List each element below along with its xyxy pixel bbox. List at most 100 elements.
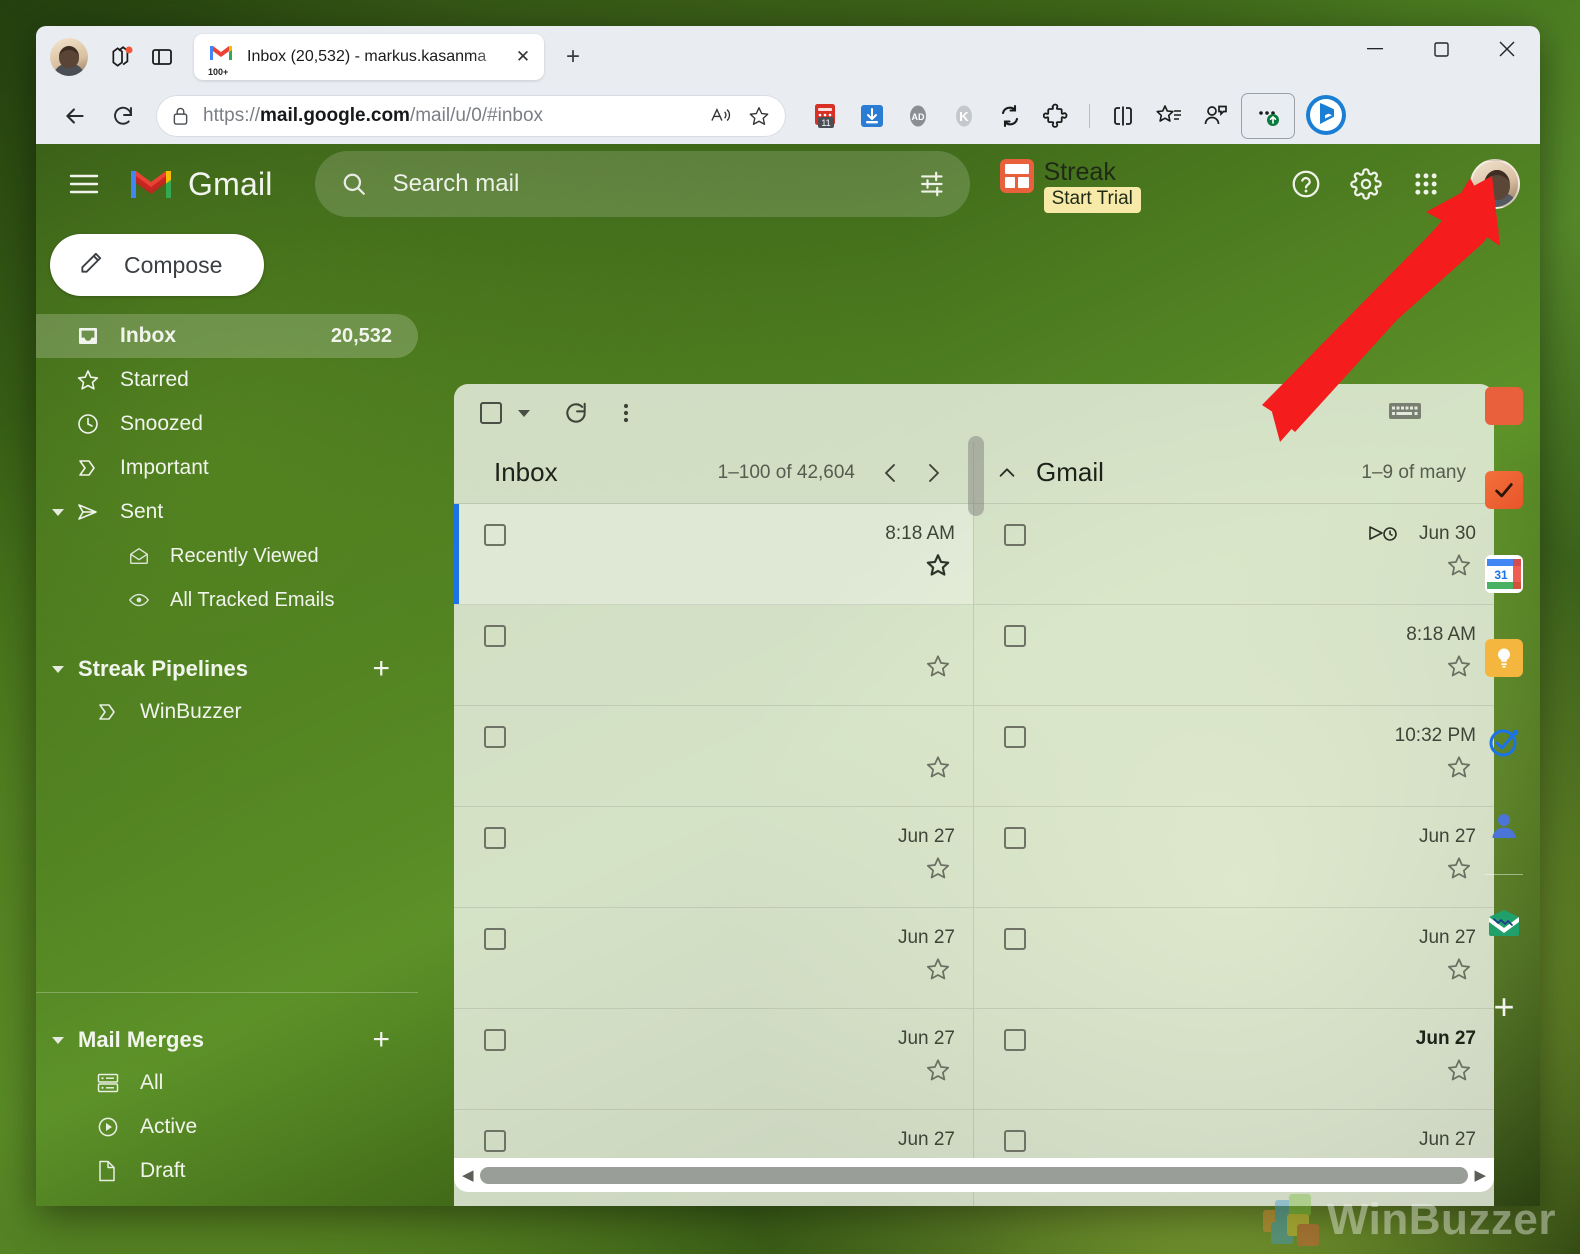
collections-icon[interactable] [1149,96,1189,136]
refresh-icon[interactable] [554,391,598,435]
sidebar-item-inbox[interactable]: Inbox 20,532 [36,314,418,358]
row-star-icon[interactable] [925,956,951,987]
download-icon[interactable] [852,96,892,136]
table-row[interactable]: Jun 27 [454,1009,973,1110]
reload-button[interactable] [102,95,144,137]
maximize-button[interactable] [1408,26,1474,72]
table-row[interactable]: Jun 27 [974,908,1494,1009]
back-button[interactable] [54,95,96,137]
sidebar-item-snoozed[interactable]: Snoozed [36,402,418,446]
settings-gear-icon[interactable] [1340,158,1392,210]
tab-close-icon[interactable]: ✕ [510,44,536,70]
close-button[interactable] [1474,26,1540,72]
row-checkbox[interactable] [1004,524,1026,546]
row-checkbox[interactable] [1004,625,1026,647]
compose-button[interactable]: Compose [50,234,264,296]
add-workspace-app-button[interactable]: + [1468,965,1540,1049]
row-checkbox[interactable] [1004,726,1026,748]
select-options-chevron-icon[interactable] [518,409,530,417]
chevron-left-icon[interactable] [873,456,907,490]
puzzle-extensions-icon[interactable] [1036,96,1076,136]
chevron-up-icon[interactable] [996,462,1018,484]
new-tab-button[interactable]: + [554,38,592,76]
chevron-down-icon[interactable] [52,665,64,673]
table-row[interactable]: 10:32 PM [974,706,1494,807]
streak-target-icon[interactable] [1468,700,1540,784]
calendar-31-icon[interactable]: 31 [1468,532,1540,616]
sidebar-item-all[interactable]: All [36,1061,418,1105]
chevron-right-icon[interactable] [917,456,951,490]
google-tasks-icon[interactable] [1468,448,1540,532]
scrollbar-thumb[interactable] [479,1166,1469,1184]
support-help-icon[interactable] [1280,158,1332,210]
row-checkbox[interactable] [484,928,506,950]
sidebar-item-all-tracked-emails[interactable]: All Tracked Emails [36,578,418,622]
split-screen-icon[interactable] [1103,96,1143,136]
chevron-down-icon[interactable] [52,1036,64,1044]
browser-essentials-icon[interactable] [1195,96,1235,136]
bing-copilot-icon[interactable] [1301,91,1351,141]
start-trial-badge[interactable]: Start Trial [1043,187,1141,214]
table-row[interactable]: Jun 27 [974,807,1494,908]
sidebar-item-winbuzzer[interactable]: WinBuzzer [36,690,418,734]
row-star-icon[interactable] [925,1057,951,1088]
scroll-left-arrow-icon[interactable]: ◀ [462,1166,474,1184]
row-star-icon[interactable] [925,754,951,785]
search-input[interactable]: Search mail [314,151,970,217]
sidebar-item-draft[interactable]: Draft [36,1149,418,1193]
table-row[interactable]: Jun 27 [974,1009,1494,1110]
profile-avatar[interactable] [50,38,88,76]
google-calendar-side-icon[interactable] [1468,364,1540,448]
read-aloud-icon[interactable] [702,97,740,135]
row-checkbox[interactable] [1004,1130,1026,1152]
table-row[interactable] [454,706,973,807]
keyboard-icon[interactable] [1388,400,1422,427]
add-pipeline-button[interactable]: + [372,652,390,686]
google-keep-icon[interactable] [1468,616,1540,700]
gmail-brand[interactable]: Gmail [128,166,273,203]
browser-tab[interactable]: 100+ Inbox (20,532) - markus.kasanma ✕ [194,34,544,80]
minimize-button[interactable] [1342,26,1408,72]
address-bar-input[interactable]: https://mail.google.com/mail/u/0/#inbox [156,95,786,137]
hamburger-menu-icon[interactable] [58,158,110,210]
row-checkbox[interactable] [484,827,506,849]
table-row[interactable]: 8:18 AM [454,504,973,605]
row-checkbox[interactable] [1004,1029,1026,1051]
row-star-icon[interactable] [925,552,951,583]
sidebar-item-sent[interactable]: Sent [36,490,418,534]
table-row[interactable]: Jun 30 [974,504,1494,605]
row-checkbox[interactable] [484,1029,506,1051]
row-checkbox[interactable] [484,1130,506,1152]
row-star-icon[interactable] [925,855,951,886]
mailtrack-icon[interactable] [1468,881,1540,965]
more-vertical-icon[interactable] [604,391,648,435]
row-star-icon[interactable] [925,653,951,684]
row-checkbox[interactable] [484,625,506,647]
section-mail-merges[interactable]: Mail Merges + [36,1019,418,1061]
sync-icon[interactable] [990,96,1030,136]
sidebar-item-important[interactable]: Important [36,446,418,490]
table-row[interactable] [454,605,973,706]
sidebar-item-starred[interactable]: Starred [36,358,418,402]
sidebar-item-active[interactable]: Active [36,1105,418,1149]
row-checkbox[interactable] [484,524,506,546]
adblock-icon[interactable]: AD [898,96,938,136]
google-contacts-icon[interactable] [1468,784,1540,868]
search-options-icon[interactable] [920,171,948,197]
kaspersky-icon[interactable]: K [944,96,984,136]
inbox-pane-scrollbar[interactable] [968,436,984,516]
section-streak-pipelines[interactable]: Streak Pipelines + [36,648,418,690]
row-checkbox[interactable] [1004,827,1026,849]
row-checkbox[interactable] [1004,928,1026,950]
settings-and-more-button[interactable] [1241,93,1295,139]
add-mail-merge-button[interactable]: + [372,1023,390,1057]
streak-start-trial-button[interactable]: Streak Start Trial [999,155,1141,214]
table-row[interactable]: Jun 27 [454,908,973,1009]
table-row[interactable]: Jun 27 [454,807,973,908]
sidebar-item-recently-viewed[interactable]: Recently Viewed [36,534,418,578]
select-all-checkbox[interactable] [480,402,502,424]
horizontal-scrollbar[interactable]: ◀ ▶ [454,1158,1494,1192]
account-avatar[interactable] [1470,159,1520,209]
favorite-star-icon[interactable] [740,97,778,135]
row-checkbox[interactable] [484,726,506,748]
